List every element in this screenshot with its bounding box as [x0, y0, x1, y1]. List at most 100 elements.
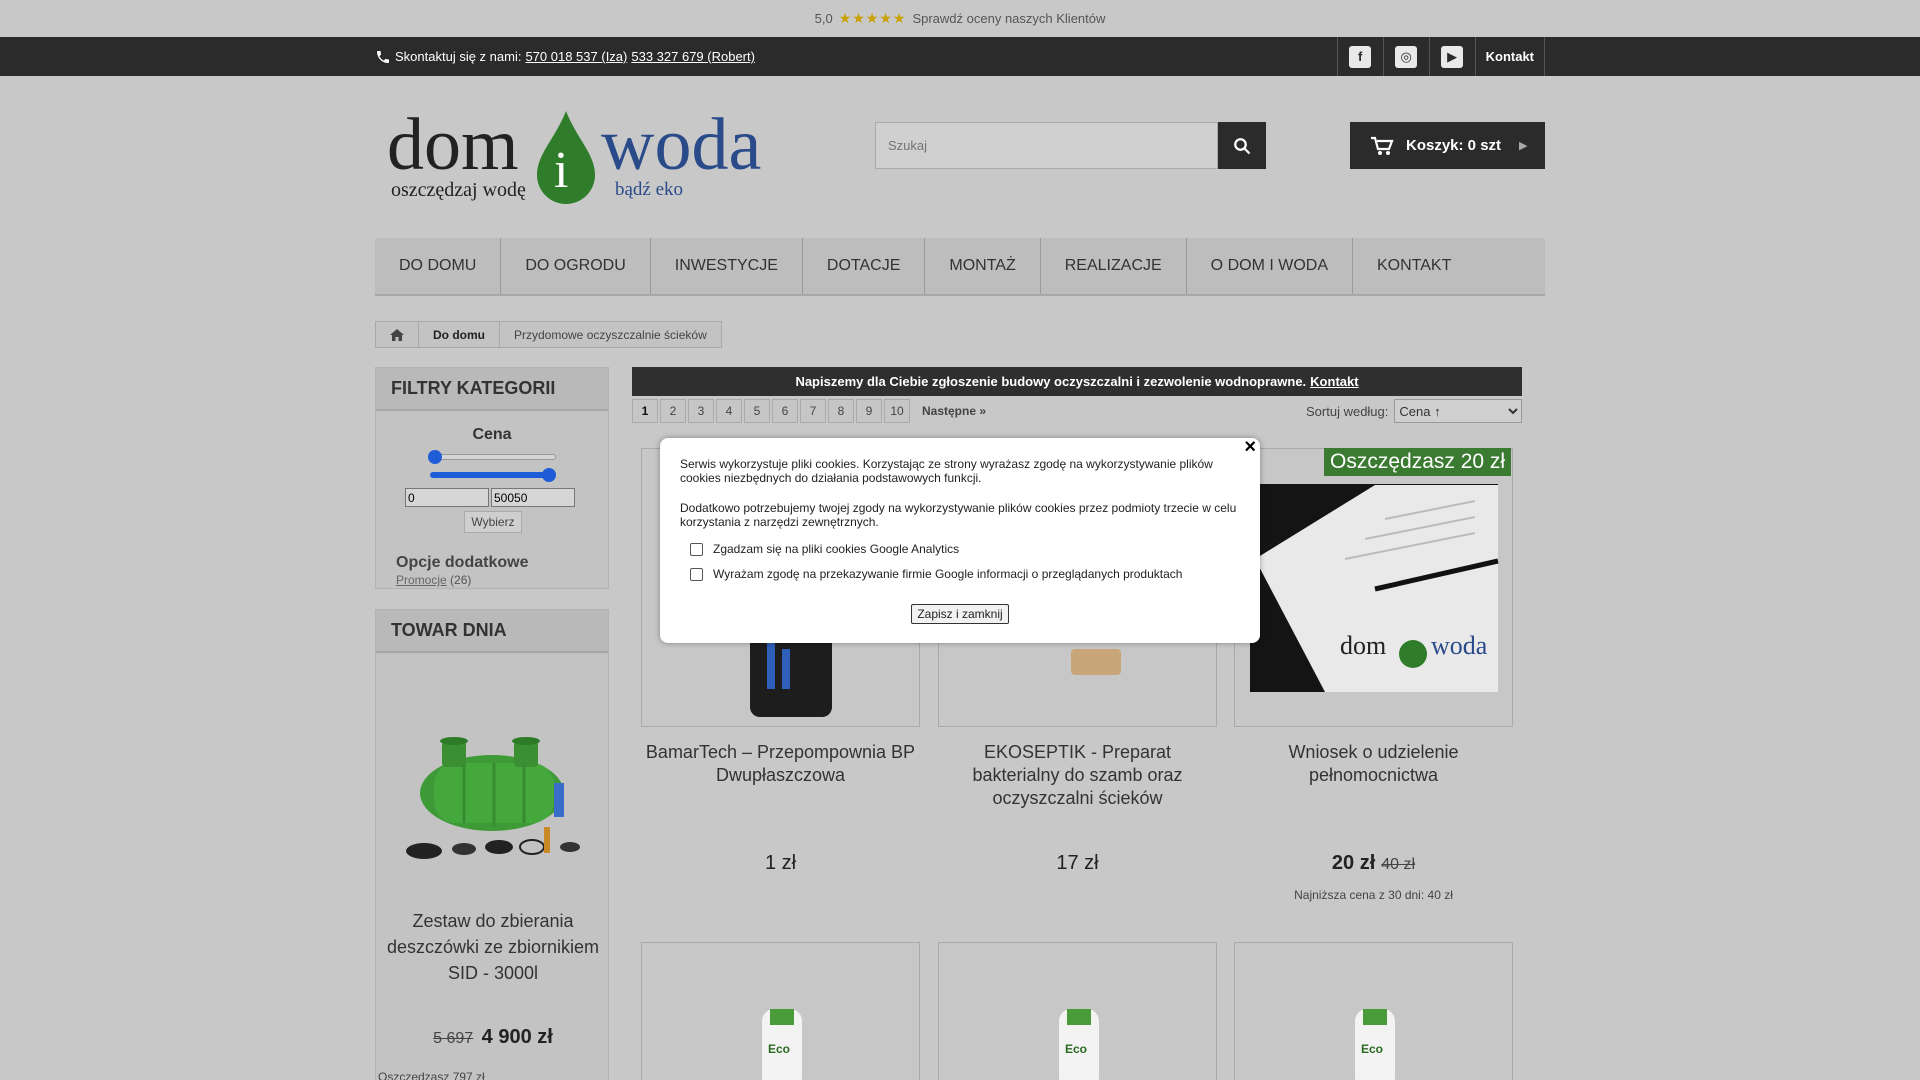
document-logo-dom: dom	[1340, 631, 1387, 660]
extra-options-title: Opcje dodatkowe	[396, 554, 529, 571]
phone-iza-link[interactable]: 570 018 537 (Iza)	[525, 49, 627, 64]
top-bar: Skontaktuj się z nami: 570 018 537 (Iza)…	[0, 37, 1920, 76]
site-logo[interactable]: dom i woda oszczędzaj wodę bądź eko	[387, 103, 767, 213]
next-page-link[interactable]: Następne »	[912, 399, 996, 423]
search-button[interactable]	[1218, 122, 1266, 169]
page-9[interactable]: 9	[856, 399, 882, 423]
rating-stars: ★★★★★	[838, 10, 907, 26]
page-10[interactable]: 10	[884, 399, 910, 423]
page-1[interactable]: 1	[632, 399, 658, 423]
price-inputs	[405, 488, 575, 507]
nav-montaz[interactable]: MONTAŻ	[925, 238, 1041, 294]
bottle-image: Eco	[762, 1009, 802, 1080]
rating-score: 5,0	[814, 11, 833, 26]
facebook-link[interactable]: f	[1336, 37, 1383, 76]
logo-tagline-left: oszczędzaj wodę	[391, 179, 526, 201]
banner-contact-link[interactable]: Kontakt	[1310, 374, 1358, 389]
cart-label: Koszyk: 0 szt	[1406, 137, 1502, 154]
bottle-image: Eco	[1059, 1009, 1099, 1080]
nav-o-dom-i-woda[interactable]: O DOM I WODA	[1187, 238, 1353, 294]
sort-control: Sortuj według: Cena ↑	[1306, 399, 1523, 423]
banner-text: Napiszemy dla Ciebie zgłoszenie budowy o…	[795, 374, 1307, 389]
product-card-5-image[interactable]: Eco	[938, 942, 1217, 1080]
phone-robert-link[interactable]: 533 327 679 (Robert)	[631, 49, 755, 64]
page-8[interactable]: 8	[828, 399, 854, 423]
cart-button[interactable]: Koszyk: 0 szt ▶	[1350, 122, 1545, 169]
logo-dom-text: dom	[387, 104, 519, 186]
save-and-close-button[interactable]: Zapisz i zamknij	[911, 604, 1009, 624]
product-1-name[interactable]: BamarTech – Przepompownia BP Dwupłaszczo…	[641, 741, 920, 787]
nav-inwestycje[interactable]: INWESTYCJE	[651, 238, 803, 294]
price-min-input[interactable]	[405, 488, 489, 507]
page-2[interactable]: 2	[660, 399, 686, 423]
deal-old-price: 5 697	[433, 1030, 474, 1047]
product-card-6-image[interactable]: Eco	[1234, 942, 1513, 1080]
deal-product-image[interactable]	[404, 723, 584, 873]
info-banner: Napiszemy dla Ciebie zgłoszenie budowy o…	[632, 367, 1522, 396]
sort-select[interactable]: Cena ↑	[1394, 399, 1523, 423]
cart-icon	[1371, 136, 1394, 155]
product-card-3-image[interactable]: dom woda	[1234, 448, 1513, 727]
page-3[interactable]: 3	[688, 399, 714, 423]
instagram-icon: ◎	[1395, 45, 1418, 68]
main-nav: DO DOMU DO OGRODU INWESTYCJE DOTACJE MON…	[375, 238, 1545, 296]
bottle-1-label: Eco	[768, 1042, 790, 1056]
youtube-icon: ▶	[1441, 45, 1464, 68]
close-icon[interactable]: ×	[1244, 436, 1256, 459]
youtube-link[interactable]: ▶	[1428, 37, 1475, 76]
page-5[interactable]: 5	[744, 399, 770, 423]
product-3-old-price: 40 zł	[1381, 856, 1416, 873]
contact-info: Skontaktuj się z nami: 570 018 537 (Iza)…	[375, 37, 755, 76]
product-2-name[interactable]: EKOSEPTIK - Preparat bakterialny do szam…	[938, 741, 1217, 810]
breadcrumb: Do domu Przydomowe oczyszczalnie ścieków	[375, 321, 722, 348]
promo-link[interactable]: Promocje	[396, 573, 447, 587]
cookie-text-third-party: Dodatkowo potrzebujemy twojej zgody na w…	[680, 501, 1237, 529]
logo-i-text: i	[554, 142, 569, 199]
price-slider-track-top	[436, 454, 556, 460]
filters-title: FILTRY KATEGORII	[376, 368, 608, 411]
price-slider-max-handle[interactable]	[542, 468, 556, 482]
nav-do-domu[interactable]: DO DOMU	[375, 238, 502, 294]
price-max-input[interactable]	[491, 488, 575, 507]
google-consent-label: Wyrażam zgodę na przekazywanie firmie Go…	[713, 567, 1183, 581]
price-slider-range[interactable]	[430, 472, 554, 478]
search-input[interactable]	[875, 122, 1218, 169]
page-6[interactable]: 6	[772, 399, 798, 423]
sort-label: Sortuj według:	[1306, 403, 1389, 419]
pagination: 1 2 3 4 5 6 7 8 9 10 Następne »	[632, 399, 996, 423]
deal-product-name[interactable]: Zestaw do zbierania deszczówki ze zbiorn…	[376, 908, 610, 986]
nav-realizacje[interactable]: REALIZACJE	[1041, 238, 1187, 294]
deal-price: 5 697 4 900 zł	[376, 1026, 610, 1049]
cookie-consent-modal: × Serwis wykorzystuje pliki cookies. Kor…	[660, 436, 1260, 643]
google-consent-checkbox[interactable]	[690, 567, 703, 581]
product-3-name[interactable]: Wniosek o udzielenie pełnomocnictwa	[1234, 741, 1513, 787]
breadcrumb-current: Przydomowe oczyszczalnie ścieków	[514, 327, 707, 342]
page-7[interactable]: 7	[800, 399, 826, 423]
search-bar	[875, 122, 1266, 169]
contact-label: Skontaktuj się z nami:	[395, 49, 522, 64]
nav-do-ogrodu[interactable]: DO OGRODU	[501, 238, 651, 294]
kontakt-top-link[interactable]: Kontakt	[1474, 37, 1545, 76]
rating-bar[interactable]: 5,0 ★★★★★ Sprawdź oceny naszych Klientów	[0, 0, 1920, 37]
breadcrumb-do-domu[interactable]: Do domu	[419, 322, 500, 347]
product-card-4-image[interactable]: Eco	[641, 942, 920, 1080]
analytics-consent-label: Zgadzam się na pliki cookies Google Anal…	[713, 542, 960, 556]
page-4[interactable]: 4	[716, 399, 742, 423]
price-apply-button[interactable]: Wybierz	[464, 511, 522, 533]
price-slider-min-top[interactable]	[428, 450, 442, 464]
analytics-consent-checkbox[interactable]	[690, 542, 703, 556]
breadcrumb-home[interactable]	[376, 322, 419, 347]
bottle-2-label: Eco	[1065, 1042, 1087, 1056]
product-3-price: 20 zł	[1331, 852, 1376, 874]
home-icon	[390, 328, 404, 341]
filters-panel: FILTRY KATEGORII Cena Wybierz Opcje doda…	[375, 367, 609, 589]
instagram-link[interactable]: ◎	[1382, 37, 1429, 76]
price-filter-label: Cena	[472, 426, 512, 443]
nav-dotacje[interactable]: DOTACJE	[803, 238, 926, 294]
logo-tagline-right: bądź eko	[615, 179, 684, 200]
product-2-price: 17 zł	[1056, 852, 1099, 874]
savings-badge: Oszczędzasz 20 zł	[1324, 448, 1512, 476]
google-consent: Wyrażam zgodę na przekazywanie firmie Go…	[690, 567, 1182, 581]
nav-kontakt[interactable]: KONTAKT	[1353, 238, 1475, 294]
rating-text[interactable]: Sprawdź oceny naszych Klientów	[912, 11, 1105, 26]
